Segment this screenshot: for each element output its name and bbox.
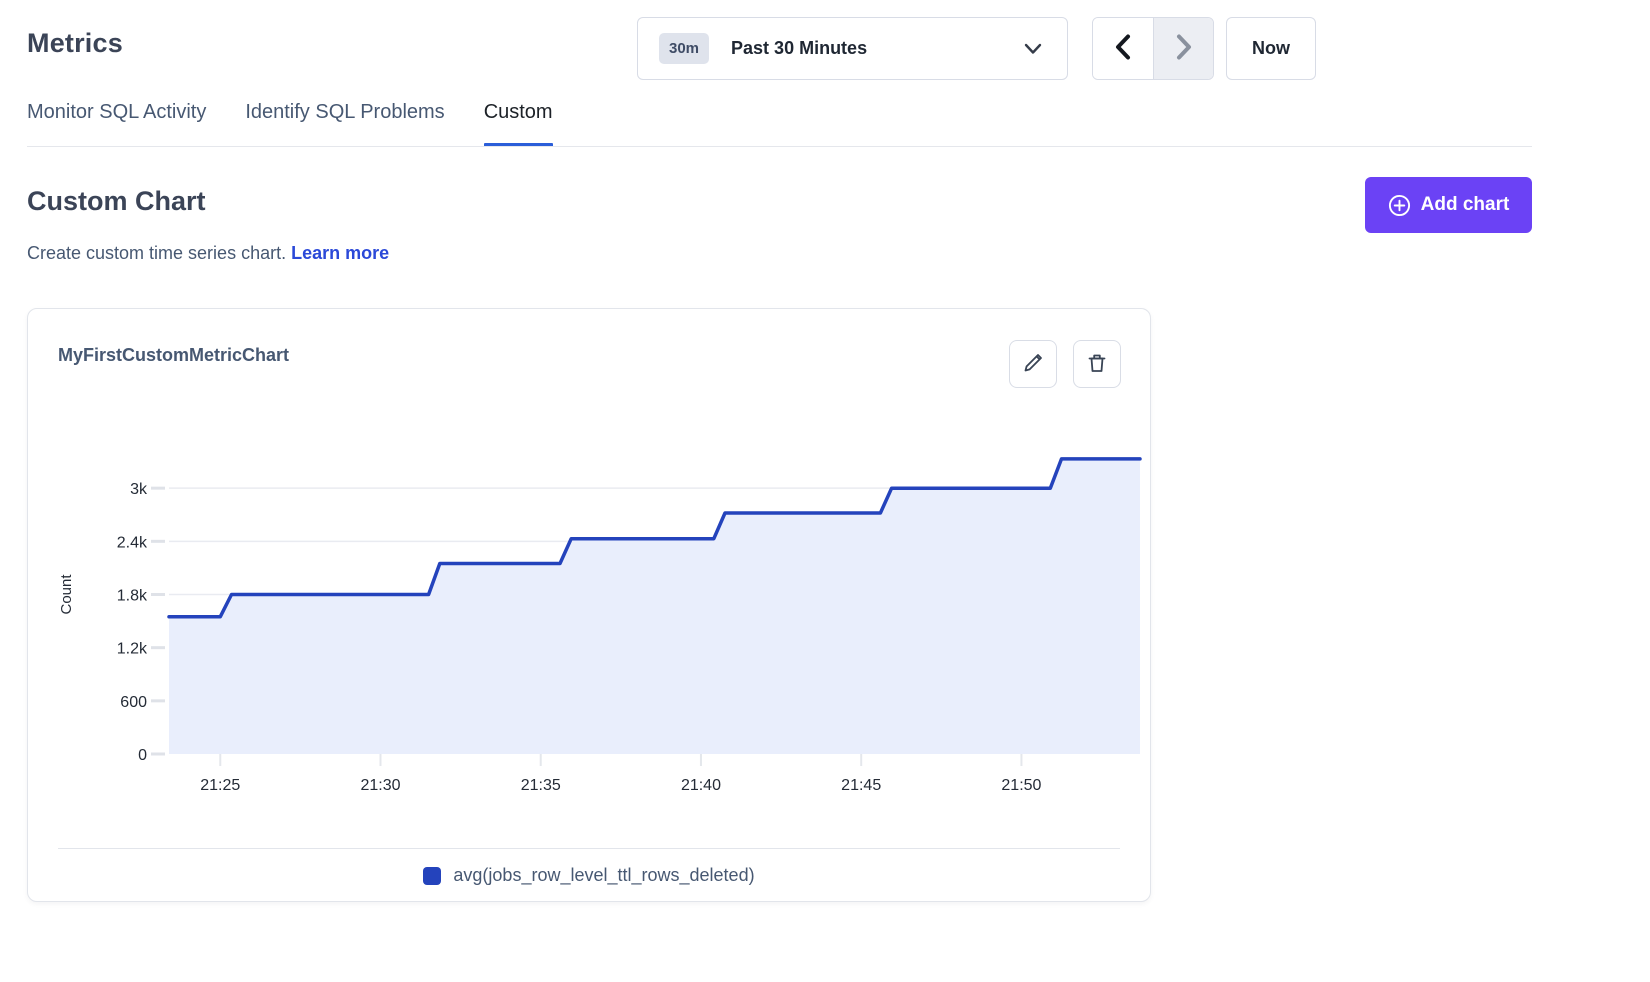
trash-icon [1086, 352, 1108, 377]
card-divider [58, 848, 1120, 849]
svg-text:600: 600 [120, 694, 147, 711]
custom-chart-card: MyFirstCustomMetricChart 0 600 1.2k 1.8k 2.4… [27, 308, 1151, 902]
svg-text:1.2k: 1.2k [117, 641, 148, 658]
tab-monitor-sql-activity[interactable]: Monitor SQL Activity [27, 101, 206, 145]
metrics-tabs: Monitor SQL Activity Identify SQL Proble… [27, 101, 553, 145]
chart-title: MyFirstCustomMetricChart [58, 345, 289, 366]
now-button[interactable]: Now [1226, 17, 1316, 80]
section-subtitle: Create custom time series chart. Learn m… [27, 243, 389, 264]
svg-text:21:40: 21:40 [681, 777, 721, 791]
chevron-right-icon [1176, 34, 1192, 63]
add-chart-button[interactable]: Add chart [1365, 177, 1532, 233]
svg-text:0: 0 [138, 747, 147, 764]
timeseries-chart[interactable]: 0 600 1.2k 1.8k 2.4k 3k 21:25 21:30 21:35 21:40 21… [41, 411, 1161, 791]
trash-icon-button[interactable] [1073, 340, 1121, 388]
section-title: Custom Chart [27, 186, 206, 217]
svg-text:2.4k: 2.4k [117, 534, 148, 551]
svg-text:21:45: 21:45 [841, 777, 881, 791]
time-shift-button-group [1092, 17, 1214, 80]
chevron-left-icon [1115, 34, 1131, 63]
time-range-label: Past 30 Minutes [731, 38, 867, 59]
tab-identify-sql-problems[interactable]: Identify SQL Problems [245, 101, 444, 145]
svg-text:Count: Count [58, 574, 75, 615]
pencil-icon [1022, 352, 1044, 377]
time-range-dropdown[interactable]: 30m Past 30 Minutes [637, 17, 1068, 80]
svg-text:3k: 3k [130, 481, 148, 498]
prev-range-button[interactable] [1093, 18, 1153, 79]
svg-text:21:50: 21:50 [1001, 777, 1041, 791]
time-range-badge: 30m [659, 33, 709, 64]
subtitle-text: Create custom time series chart. [27, 243, 286, 263]
next-range-button[interactable] [1153, 18, 1213, 79]
legend-swatch [423, 867, 441, 885]
chevron-down-icon [1024, 43, 1042, 55]
metrics-page: Metrics 30m Past 30 Minutes Now Monitor … [0, 0, 1650, 982]
svg-text:21:35: 21:35 [521, 777, 561, 791]
add-chart-label: Add chart [1421, 194, 1510, 216]
plus-circle-icon [1388, 194, 1411, 217]
edit-chart-button[interactable] [1009, 340, 1057, 388]
page-title: Metrics [27, 28, 123, 59]
tabs-divider [27, 146, 1532, 147]
svg-text:21:30: 21:30 [360, 777, 400, 791]
tab-custom[interactable]: Custom [484, 101, 553, 145]
svg-text:21:25: 21:25 [200, 777, 240, 791]
chart-legend[interactable]: avg(jobs_row_level_ttl_rows_deleted) [28, 865, 1150, 886]
learn-more-link[interactable]: Learn more [291, 243, 389, 263]
legend-label: avg(jobs_row_level_ttl_rows_deleted) [453, 865, 754, 886]
svg-text:1.8k: 1.8k [117, 588, 148, 605]
